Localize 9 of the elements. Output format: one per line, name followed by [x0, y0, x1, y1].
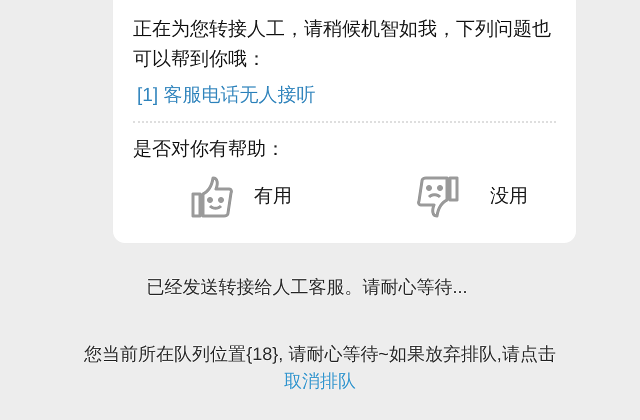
thumbs-down-icon — [416, 175, 460, 219]
message-text: 正在为您转接人工，请稍候机智如我，下列问题也可以帮到你哦： — [133, 18, 552, 72]
not-helpful-button[interactable]: 没用 — [416, 175, 528, 219]
helpful-button[interactable]: 有用 — [190, 175, 292, 219]
suggestion-link[interactable]: [1] 客服电话无人接听 — [137, 81, 316, 111]
system-message: 已经发送转接给人工客服。请耐心等待... — [145, 276, 468, 299]
thumbs-up-icon — [190, 175, 234, 219]
feedback-prompt: 是否对你有帮助： — [133, 138, 286, 162]
system-message: 您当前所在队列位置{18}, 请耐心等待~如果放弃排队,请点击 — [83, 343, 557, 366]
